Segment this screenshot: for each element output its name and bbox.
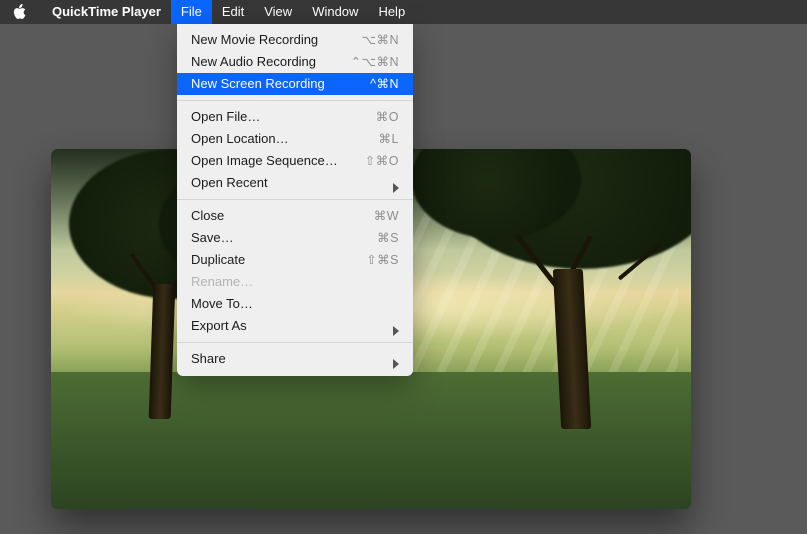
menu-item-open-image-sequence[interactable]: Open Image Sequence… ⇧⌘O (177, 150, 413, 172)
app-name: QuickTime Player (42, 0, 171, 24)
menu-item-new-screen-recording[interactable]: New Screen Recording ^⌘N (177, 73, 413, 95)
menu-item-close[interactable]: Close ⌘W (177, 205, 413, 227)
chevron-right-icon (393, 354, 399, 364)
chevron-right-icon (393, 178, 399, 188)
menu-item-label: Share (191, 348, 226, 370)
menu-item-label: New Movie Recording (191, 29, 318, 51)
menu-item-label: Open Recent (191, 172, 268, 194)
menu-item-duplicate[interactable]: Duplicate ⇧⌘S (177, 249, 413, 271)
menu-item-shortcut: ⌘L (379, 128, 399, 150)
menu-item-save[interactable]: Save… ⌘S (177, 227, 413, 249)
menu-item-open-file[interactable]: Open File… ⌘O (177, 106, 413, 128)
chevron-right-icon (393, 321, 399, 331)
menu-item-share[interactable]: Share (177, 348, 413, 370)
menu-item-label: Open Location… (191, 128, 289, 150)
apple-logo-icon[interactable] (12, 4, 28, 20)
menu-item-label: New Screen Recording (191, 73, 325, 95)
menubar-item-help[interactable]: Help (368, 0, 415, 24)
menubar-item-file[interactable]: File (171, 0, 212, 24)
menu-item-open-recent[interactable]: Open Recent (177, 172, 413, 194)
menu-item-shortcut: ⌃⌥⌘N (351, 51, 399, 73)
menu-item-label: Save… (191, 227, 234, 249)
menu-separator (177, 100, 413, 101)
menu-separator (177, 199, 413, 200)
menu-item-label: New Audio Recording (191, 51, 316, 73)
menu-item-export-as[interactable]: Export As (177, 315, 413, 337)
menubar-item-edit[interactable]: Edit (212, 0, 254, 24)
menu-item-shortcut: ⌘O (376, 106, 399, 128)
menu-item-shortcut: ⇧⌘S (366, 249, 399, 271)
menu-item-label: Export As (191, 315, 247, 337)
menu-item-shortcut: ⌥⌘N (362, 29, 399, 51)
menu-item-label: Open Image Sequence… (191, 150, 338, 172)
menu-item-shortcut: ⌘S (377, 227, 399, 249)
menu-item-label: Open File… (191, 106, 260, 128)
menu-item-shortcut: ⌘W (374, 205, 399, 227)
menu-item-rename: Rename… (177, 271, 413, 293)
menubar-item-window[interactable]: Window (302, 0, 368, 24)
menu-item-open-location[interactable]: Open Location… ⌘L (177, 128, 413, 150)
menu-item-label: Rename… (191, 271, 253, 293)
menu-item-shortcut: ^⌘N (370, 73, 399, 95)
file-menu-dropdown: New Movie Recording ⌥⌘N New Audio Record… (177, 24, 413, 376)
menu-item-label: Move To… (191, 293, 253, 315)
menu-item-new-audio-recording[interactable]: New Audio Recording ⌃⌥⌘N (177, 51, 413, 73)
menu-item-label: Close (191, 205, 224, 227)
menu-item-shortcut: ⇧⌘O (365, 150, 399, 172)
menu-item-move-to[interactable]: Move To… (177, 293, 413, 315)
menubar-item-view[interactable]: View (254, 0, 302, 24)
menubar: QuickTime Player File Edit View Window H… (0, 0, 807, 24)
menu-separator (177, 342, 413, 343)
menu-item-label: Duplicate (191, 249, 245, 271)
menu-item-new-movie-recording[interactable]: New Movie Recording ⌥⌘N (177, 29, 413, 51)
